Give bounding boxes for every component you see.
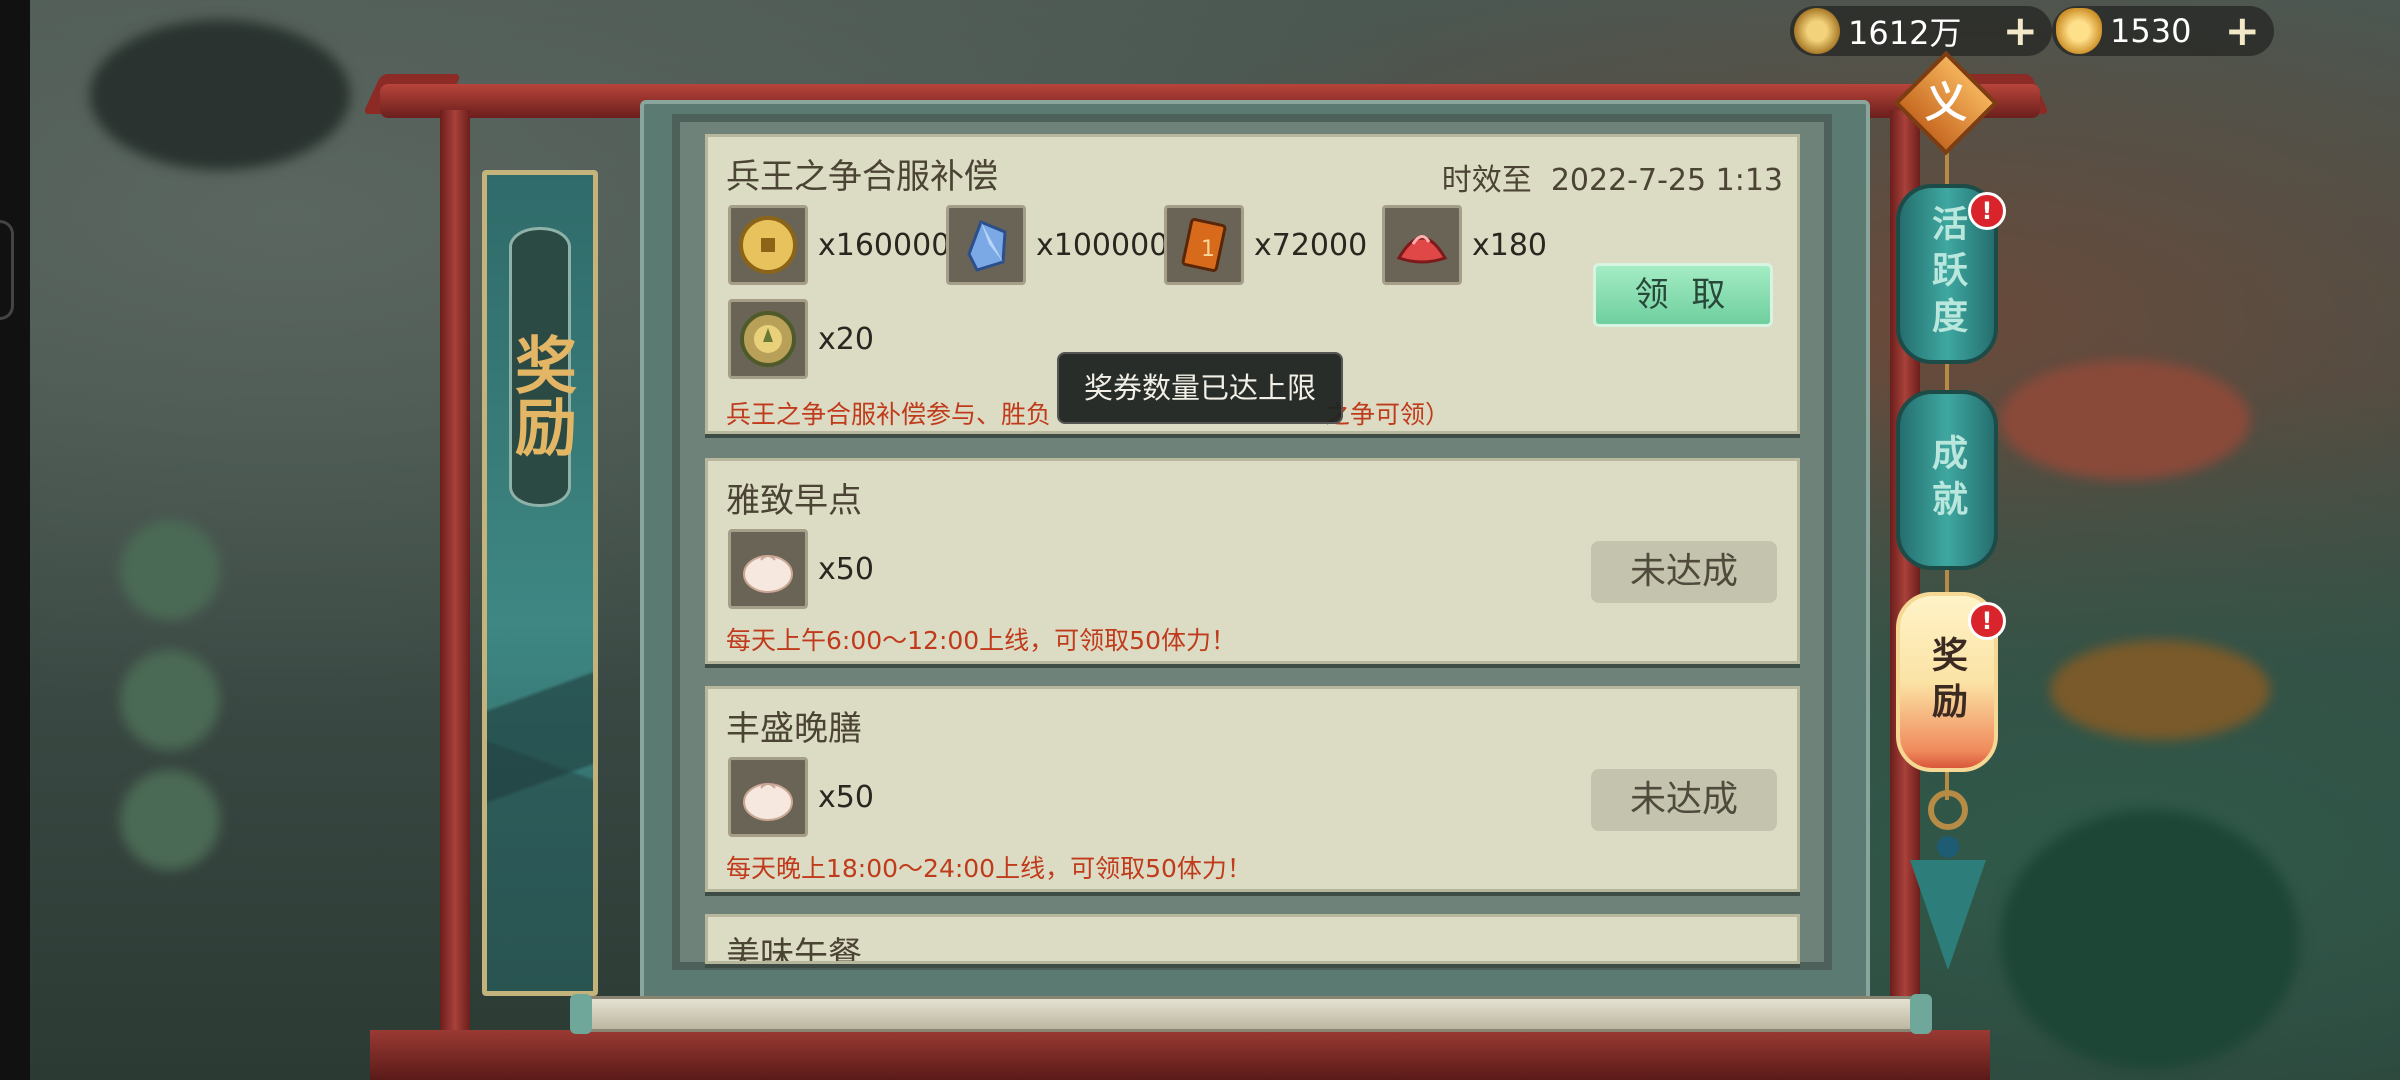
steamed-bun-icon[interactable] — [728, 529, 808, 609]
frame-pillar — [440, 110, 470, 1040]
emblem-char: 义 — [1924, 78, 1967, 127]
tassel-ornament — [1910, 860, 1986, 970]
steamed-bun-icon[interactable] — [728, 757, 808, 837]
add-gold-button[interactable]: + — [2225, 10, 2260, 52]
reward-card: 美味午餐 — [705, 914, 1800, 964]
toast-message: 奖券数量已达上限 — [1057, 352, 1343, 424]
mountain-pine-painting — [487, 571, 593, 991]
currency-copper: 1612万 + — [1790, 6, 2052, 56]
reward-item: x20 — [728, 299, 874, 379]
card-title: 丰盛晚膳 — [726, 709, 862, 749]
background-scenery — [90, 20, 350, 170]
coin-ornament — [1928, 790, 1968, 830]
card-description: 兵王之争合服补偿参与、胜负 — [726, 400, 1052, 429]
screen-notch — [0, 220, 14, 320]
reward-qty: x100000 — [1036, 227, 1169, 263]
background-scenery — [2050, 640, 2270, 740]
card-description: 每天上午6:00～12:00上线，可领取50体力！ — [726, 626, 1236, 655]
reward-item: x50 — [728, 529, 874, 609]
expire-label: 时效至 — [1441, 163, 1532, 198]
card-title: 美味午餐 — [726, 935, 862, 964]
svg-text:1: 1 — [1201, 237, 1215, 262]
game-screen: 1612万 + 1530 + 奖励 兵王之争合服补偿 时效至 2022-7-25… — [0, 0, 2400, 1080]
orange-scroll-icon[interactable]: 1 — [1164, 205, 1244, 285]
bead-ornament — [1937, 836, 1959, 858]
not-achieved-button[interactable]: 未达成 — [1591, 541, 1777, 603]
not-achieved-button[interactable]: 未达成 — [1591, 769, 1777, 831]
frame-base — [370, 1030, 1990, 1080]
blue-crystal-icon[interactable] — [946, 205, 1026, 285]
reward-card: 雅致早点 x50 未达成 每天上午6:00～12:00上线，可领取50体力！ — [705, 458, 1800, 664]
red-gem-icon[interactable] — [1382, 205, 1462, 285]
screen-edge — [0, 0, 30, 1080]
background-scenery — [120, 520, 220, 620]
tab-label: 活跃度 — [1926, 205, 1968, 343]
copper-coin-icon[interactable] — [728, 205, 808, 285]
background-scenery — [120, 650, 220, 750]
reward-qty: x180 — [1472, 227, 1548, 263]
gold-amount: 1530 — [2110, 12, 2192, 50]
tab-label: 奖励 — [1926, 636, 1968, 728]
card-title: 雅致早点 — [726, 481, 862, 521]
reward-banner: 奖励 — [482, 170, 598, 996]
currency-gold: 1530 + — [2052, 6, 2274, 56]
card-title: 兵王之争合服补偿 — [726, 157, 998, 197]
reward-qty: x50 — [818, 779, 874, 815]
reward-item: x50 — [728, 757, 874, 837]
tab-achievement[interactable]: 成就 — [1896, 390, 1998, 570]
golden-medal-icon[interactable] — [728, 299, 808, 379]
add-copper-button[interactable]: + — [2003, 10, 2038, 52]
card-description-tail: 之争可领） — [1325, 400, 1451, 429]
reward-card: 丰盛晚膳 x50 未达成 每天晚上18:00～24:00上线，可领取50体力！ — [705, 686, 1800, 892]
tab-label: 成就 — [1926, 434, 1968, 526]
banner-title: 奖励 — [504, 333, 577, 457]
copper-amount: 1612万 — [1848, 14, 1962, 52]
reward-item: 1 x72000 — [1164, 205, 1367, 285]
claim-button[interactable]: 领 取 — [1593, 263, 1773, 327]
gold-ingot-icon — [2056, 8, 2102, 54]
expire-time: 时效至 2022-7-25 1:13 — [1442, 155, 1783, 199]
tab-cord — [1945, 360, 1949, 390]
expire-value: 2022-7-25 1:13 — [1550, 163, 1783, 198]
reward-qty: x20 — [818, 321, 874, 357]
alert-badge: ! — [1968, 602, 2006, 640]
scroll-cap — [570, 994, 592, 1034]
reward-qty: x72000 — [1254, 227, 1368, 263]
reward-qty: x50 — [818, 551, 874, 587]
background-scenery — [120, 770, 220, 870]
alert-badge: ! — [1968, 192, 2006, 230]
copper-coin-icon — [1794, 8, 1840, 54]
scroll-rod — [574, 996, 1926, 1032]
card-description: 每天晚上18:00～24:00上线，可领取50体力！ — [726, 854, 1252, 883]
scroll-cap — [1910, 994, 1932, 1034]
reward-item: x1600000 — [728, 205, 969, 285]
background-scenery — [2000, 360, 2250, 480]
reward-item: x180 — [1382, 205, 1547, 285]
background-scenery — [2000, 810, 2300, 1070]
reward-item: x100000 — [946, 205, 1168, 285]
